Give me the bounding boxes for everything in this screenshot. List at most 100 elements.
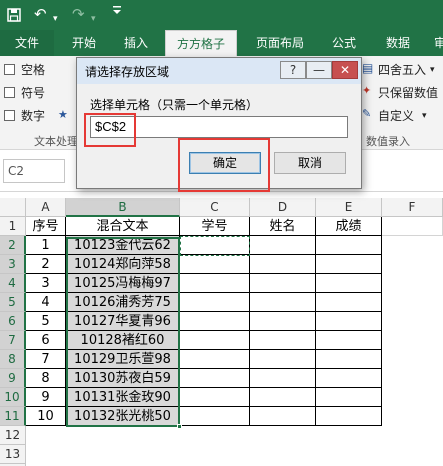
cell-name[interactable] bbox=[250, 350, 316, 369]
checkbox-symbol[interactable] bbox=[4, 87, 15, 98]
redo-icon[interactable]: ↷ bbox=[72, 4, 85, 24]
cell-student-id[interactable] bbox=[180, 274, 250, 293]
cell-name[interactable] bbox=[250, 407, 316, 426]
undo-icon[interactable]: ↶ bbox=[34, 4, 47, 24]
row-header[interactable]: 2 bbox=[0, 236, 26, 255]
cell-score[interactable] bbox=[316, 274, 382, 293]
tab-data[interactable]: 数据 bbox=[376, 30, 420, 56]
cell-student-id[interactable] bbox=[180, 331, 250, 350]
row-header[interactable]: 10 bbox=[0, 388, 26, 407]
cancel-button[interactable]: 取消 bbox=[274, 152, 346, 174]
cell-student-id[interactable] bbox=[180, 350, 250, 369]
cell-seq[interactable]: 7 bbox=[26, 350, 66, 369]
cell-mixed-text[interactable]: 10125冯梅梅97 bbox=[66, 274, 180, 293]
column-header-e[interactable]: E bbox=[316, 198, 382, 217]
cell-seq[interactable]: 5 bbox=[26, 312, 66, 331]
cell-score[interactable] bbox=[316, 312, 382, 331]
cell-seq[interactable]: 2 bbox=[26, 255, 66, 274]
cell-mixed-text[interactable]: 10128褚红60 bbox=[66, 331, 180, 350]
cell-student-id[interactable] bbox=[180, 255, 250, 274]
customize-toolbar-icon[interactable] bbox=[112, 2, 122, 22]
tab-file[interactable]: 文件 bbox=[0, 30, 54, 56]
tab-review[interactable]: 审 bbox=[430, 30, 443, 56]
row-header[interactable]: 11 bbox=[0, 407, 26, 426]
cell-mixed-text[interactable]: 10123金代云62 bbox=[66, 236, 180, 255]
cell-score[interactable] bbox=[316, 369, 382, 388]
cell-student-id[interactable] bbox=[180, 369, 250, 388]
cell-score[interactable] bbox=[316, 350, 382, 369]
cell-score[interactable] bbox=[316, 331, 382, 350]
cell-seq[interactable]: 4 bbox=[26, 293, 66, 312]
cell-mixed-text[interactable]: 10132张光桃50 bbox=[66, 407, 180, 426]
row-header[interactable]: 5 bbox=[0, 293, 26, 312]
header-cell-student-id[interactable]: 学号 bbox=[180, 217, 250, 236]
tab-insert[interactable]: 插入 bbox=[114, 30, 158, 56]
ok-button[interactable]: 确定 bbox=[189, 152, 261, 174]
column-header-f[interactable]: F bbox=[382, 198, 443, 217]
cell-name[interactable] bbox=[250, 293, 316, 312]
undo-dropdown-icon[interactable]: ▾ bbox=[53, 9, 58, 29]
cell-seq[interactable]: 1 bbox=[26, 236, 66, 255]
row-header[interactable]: 7 bbox=[0, 331, 26, 350]
select-all-corner[interactable] bbox=[0, 198, 26, 217]
header-cell-mixed-text[interactable]: 混合文本 bbox=[66, 217, 180, 236]
cell-student-id[interactable] bbox=[180, 293, 250, 312]
cell-seq[interactable]: 9 bbox=[26, 388, 66, 407]
cell-name[interactable] bbox=[250, 388, 316, 407]
cell-mixed-text[interactable]: 10130苏夜白59 bbox=[66, 369, 180, 388]
close-icon[interactable]: ✕ bbox=[332, 61, 358, 79]
cell-mixed-text[interactable]: 10129卫乐萱98 bbox=[66, 350, 180, 369]
cell-student-id[interactable] bbox=[180, 236, 250, 255]
keep-value-button[interactable]: 只保留数值 bbox=[378, 84, 438, 101]
header-cell-name[interactable]: 姓名 bbox=[250, 217, 316, 236]
column-header-c[interactable]: C bbox=[180, 198, 250, 217]
cell-mixed-text[interactable]: 10126浦秀芳75 bbox=[66, 293, 180, 312]
help-icon[interactable]: ? bbox=[280, 61, 306, 79]
cell-reference-input[interactable]: $C$2 bbox=[90, 116, 348, 138]
row-header[interactable]: 8 bbox=[0, 350, 26, 369]
keep-value-icon[interactable]: ✦ bbox=[362, 84, 371, 97]
column-header-b[interactable]: B bbox=[66, 198, 180, 217]
cell-mixed-text[interactable]: 10131张金玫90 bbox=[66, 388, 180, 407]
cell-mixed-text[interactable]: 10124郑向萍58 bbox=[66, 255, 180, 274]
round-button[interactable]: 四舍五入 bbox=[378, 61, 426, 78]
header-cell-seq[interactable]: 序号 bbox=[26, 217, 66, 236]
tab-home[interactable]: 开始 bbox=[62, 30, 106, 56]
checkbox-number[interactable] bbox=[4, 110, 15, 121]
cell-score[interactable] bbox=[316, 293, 382, 312]
cell-name[interactable] bbox=[250, 312, 316, 331]
cell-name[interactable] bbox=[250, 274, 316, 293]
tab-fangfang[interactable]: 方方格子 bbox=[165, 30, 237, 56]
custom-dropdown-icon[interactable]: ▾ bbox=[422, 111, 427, 121]
cell-score[interactable] bbox=[316, 407, 382, 426]
name-box[interactable]: C2 bbox=[3, 159, 65, 183]
cell-mixed-text[interactable]: 10127华夏青96 bbox=[66, 312, 180, 331]
minimize-icon[interactable]: — bbox=[306, 61, 332, 79]
checkbox-space[interactable] bbox=[4, 64, 15, 75]
row-header[interactable]: 13 bbox=[0, 445, 26, 464]
cell-name[interactable] bbox=[250, 331, 316, 350]
row-header[interactable]: 9 bbox=[0, 369, 26, 388]
dialog-title-bar[interactable]: 请选择存放区域 ? — ✕ bbox=[77, 58, 361, 84]
row-header[interactable]: 6 bbox=[0, 312, 26, 331]
round-dropdown-icon[interactable]: ▾ bbox=[430, 65, 435, 75]
cell-score[interactable] bbox=[316, 236, 382, 255]
cell-seq[interactable]: 8 bbox=[26, 369, 66, 388]
column-header-d[interactable]: D bbox=[250, 198, 316, 217]
header-cell-score[interactable]: 成绩 bbox=[316, 217, 382, 236]
cell[interactable] bbox=[382, 217, 443, 236]
row-header[interactable]: 4 bbox=[0, 274, 26, 293]
cell-score[interactable] bbox=[316, 255, 382, 274]
fill-handle[interactable] bbox=[177, 424, 182, 429]
save-icon[interactable] bbox=[6, 4, 22, 24]
tab-page-layout[interactable]: 页面布局 bbox=[248, 30, 312, 56]
column-header-a[interactable]: A bbox=[26, 198, 66, 217]
row-header[interactable]: 12 bbox=[0, 426, 26, 445]
round-icon[interactable]: ▤ bbox=[362, 61, 373, 75]
cell-seq[interactable]: 6 bbox=[26, 331, 66, 350]
cell-name[interactable] bbox=[250, 369, 316, 388]
custom-button[interactable]: 自定义 bbox=[378, 107, 414, 124]
cell-student-id[interactable] bbox=[180, 388, 250, 407]
row-header[interactable]: 3 bbox=[0, 255, 26, 274]
cell-name[interactable] bbox=[250, 255, 316, 274]
